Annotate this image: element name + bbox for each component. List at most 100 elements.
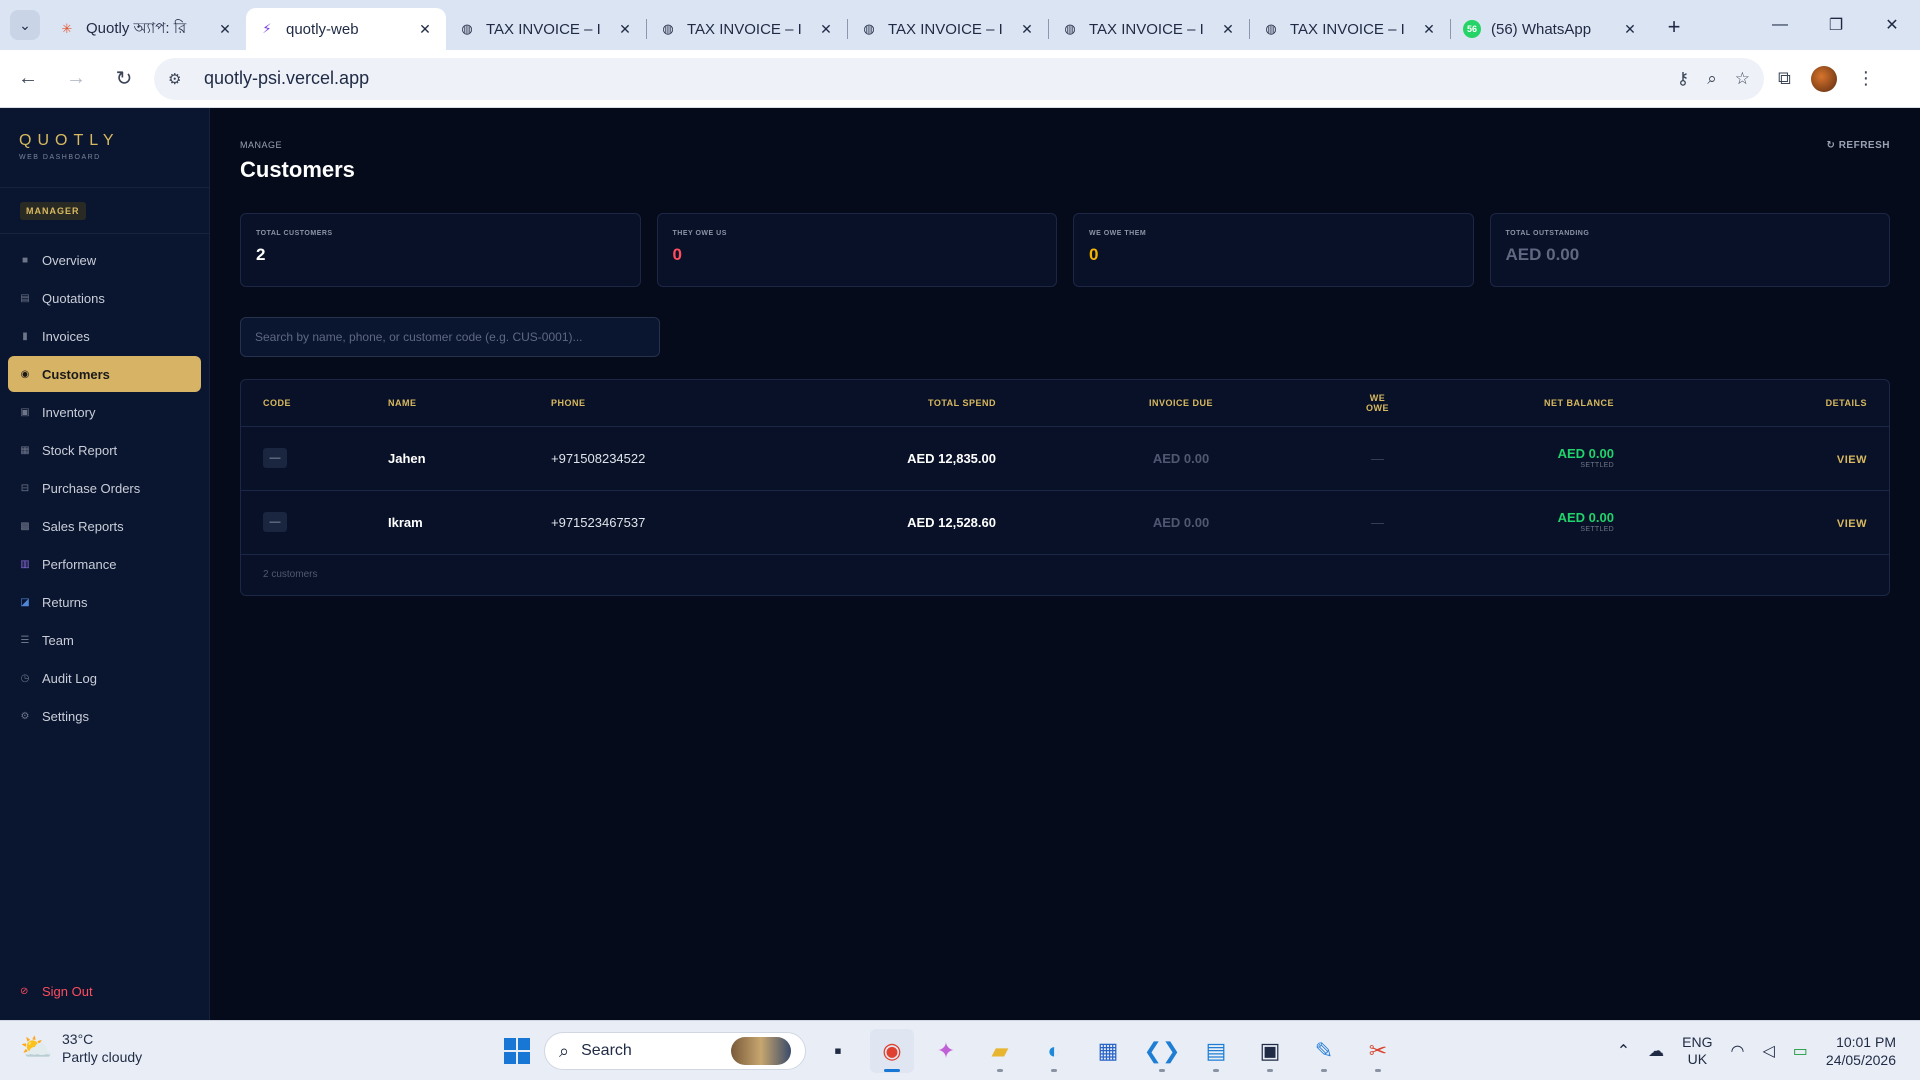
stat-value: 0 [672,245,682,264]
url-bar[interactable]: ⚙ quotly-psi.vercel.app ⚷ ⌕ ☆ [154,57,1764,100]
customer-code-chip: — [263,512,287,532]
minimize-icon[interactable]: — [1752,0,1808,50]
wifi-icon[interactable]: ◠ [1731,1041,1745,1061]
customer-total-spend: AED 12,835.00 [736,426,996,491]
chevron-up-icon[interactable]: ⌃ [1617,1041,1630,1061]
customer-invoice-due: AED 0.00 [996,490,1366,555]
close-icon[interactable]: ✕ [817,21,835,38]
customer-net-balance-cell: AED 0.00 SETTLED [1389,490,1614,555]
sidebar-item-audit-log[interactable]: ◷ Audit Log [8,660,201,696]
sidebar-item-label: Sales Reports [42,518,124,534]
browser-tab[interactable]: ✳ Quotly অ্যাপ: রি ✕ [46,8,246,50]
close-window-icon[interactable]: ✕ [1864,0,1920,50]
customer-search-input[interactable] [240,317,660,357]
customer-name: Ikram [388,490,551,555]
sidebar-item-quotations[interactable]: ▤ Quotations [8,280,201,316]
page-eyebrow: MANAGE [240,140,283,150]
browser-tab[interactable]: ◍ TAX INVOICE – I ✕ [1049,8,1249,50]
column-header-phone: PHONE [551,380,736,427]
sidebar-item-inventory[interactable]: ▣ Inventory [8,394,201,430]
browser-tab[interactable]: 56 (56) WhatsApp ✕ [1451,8,1651,50]
volume-icon[interactable]: ◁ [1762,1041,1774,1061]
battery-icon[interactable]: ▭ [1793,1041,1808,1061]
view-customer-link[interactable]: VIEW [1837,518,1867,530]
notepad-icon[interactable]: ▤ [1194,1029,1238,1073]
close-icon[interactable]: ✕ [616,21,634,38]
close-icon[interactable]: ✕ [1018,21,1036,38]
zoom-icon[interactable]: ⌕ [1707,69,1717,89]
sidebar-nav: ■ Overview ▤ Quotations ▮ Invoices ◉ Custome… [0,234,209,734]
browser-tab[interactable]: ◍ TAX INVOICE – I ✕ [647,8,847,50]
stat-card-total-customers: TOTAL CUSTOMERS 2 [240,213,641,287]
copilot-icon[interactable]: ✦ [924,1029,968,1073]
report-icon: ▦ [20,444,30,456]
sidebar-item-invoices[interactable]: ▮ Invoices [8,318,201,354]
browser-tab[interactable]: ◍ TAX INVOICE – I ✕ [848,8,1048,50]
vscode-icon[interactable]: ❮❯ [1140,1029,1184,1073]
close-icon[interactable]: ✕ [216,21,234,38]
sidebar-item-performance[interactable]: ▥ Performance [8,546,201,582]
tab-search-button[interactable]: ⌄ [10,10,40,40]
globe-icon: ◍ [1265,21,1277,36]
browser-tab[interactable]: ◍ TAX INVOICE – I ✕ [446,8,646,50]
extensions-icon[interactable]: ⧉ [1778,68,1791,89]
cloud-offline-icon[interactable]: ☁ [1648,1041,1664,1061]
tab-title: TAX INVOICE – I [888,20,1003,38]
file-explorer-icon[interactable]: ▰ [978,1029,1022,1073]
sidebar-item-purchase-orders[interactable]: ⊟ Purchase Orders [8,470,201,506]
weather-temp: 33°C [62,1031,94,1047]
star-icon[interactable]: ☆ [1735,69,1750,89]
refresh-button[interactable]: ↻ REFRESH [1827,140,1890,151]
sidebar-item-label: Audit Log [42,670,97,686]
more-menu-icon[interactable]: ⋮ [1857,68,1875,89]
tab-title: (56) WhatsApp [1491,20,1592,38]
arrow-right-icon: → [66,67,86,89]
snipping-tool-icon[interactable]: ✂ [1356,1029,1400,1073]
browser-tab-active[interactable]: ⚡ quotly-web ✕ [246,8,446,50]
chrome-icon[interactable]: ◉ [870,1029,914,1073]
edge-icon[interactable]: ◐ [1032,1029,1076,1073]
main-content: MANAGE Customers ↻ REFRESH TOTAL CUSTOME… [210,108,1920,1020]
site-info-icon[interactable]: ⚙ [168,70,192,88]
restore-icon[interactable]: ❐ [1808,0,1864,50]
page-title: Customers [240,157,355,182]
new-tab-button[interactable]: + [1659,12,1689,42]
sidebar-item-sales-reports[interactable]: ▩ Sales Reports [8,508,201,544]
sidebar-item-customers[interactable]: ◉ Customers [8,356,201,392]
clock[interactable]: 10:01 PM 24/05/2026 [1826,1033,1896,1069]
clock-date: 24/05/2026 [1825,1052,1896,1068]
customer-we-owe: — [1366,490,1389,555]
sidebar-item-returns[interactable]: ◪ Returns [8,584,201,620]
language-indicator[interactable]: ENG UK [1682,1034,1712,1069]
language-region: UK [1687,1051,1708,1067]
sidebar-item-settings[interactable]: ⚙ Settings [8,698,201,734]
close-icon[interactable]: ✕ [1420,21,1438,38]
close-icon[interactable]: ✕ [1621,21,1639,38]
profile-avatar[interactable] [1810,65,1837,92]
sidebar-item-stock-report[interactable]: ▦ Stock Report [8,432,201,468]
list-icon: ☰ [20,634,30,646]
plus-icon: + [1667,14,1681,39]
store-icon[interactable]: ▦ [1086,1029,1130,1073]
task-view-icon[interactable]: ▪ [816,1029,860,1073]
brand-subtitle: WEB DASHBOARD [19,154,101,161]
windows-start-icon[interactable] [500,1034,534,1068]
paint-icon[interactable]: ✎ [1302,1029,1346,1073]
sidebar-item-team[interactable]: ☰ Team [8,622,201,658]
browser-tab[interactable]: ◍ TAX INVOICE – I ✕ [1250,8,1450,50]
reload-button[interactable]: ↻ [104,59,144,99]
arrow-left-icon: ← [18,67,38,89]
key-icon[interactable]: ⚷ [1677,69,1689,89]
back-button[interactable]: ← [8,59,48,99]
taskbar-search[interactable]: ⌕ Search [544,1032,806,1070]
terminal-icon[interactable]: ▣ [1248,1029,1292,1073]
close-icon[interactable]: ✕ [1219,21,1237,38]
weather-widget[interactable]: ⛅ 33°C Partly cloudy [20,1031,142,1065]
grid-icon: ▩ [20,520,30,532]
view-customer-link[interactable]: VIEW [1837,454,1867,466]
sign-out-button[interactable]: ⊘ Sign Out [8,976,93,1006]
close-icon[interactable]: ✕ [416,21,434,38]
system-tray: ⌃ ☁ ENG UK ◠ ◁ ▭ 10:01 PM 24/05/2026 [1617,1029,1896,1073]
sidebar-item-overview[interactable]: ■ Overview [8,242,201,278]
forward-button[interactable]: → [56,59,96,99]
